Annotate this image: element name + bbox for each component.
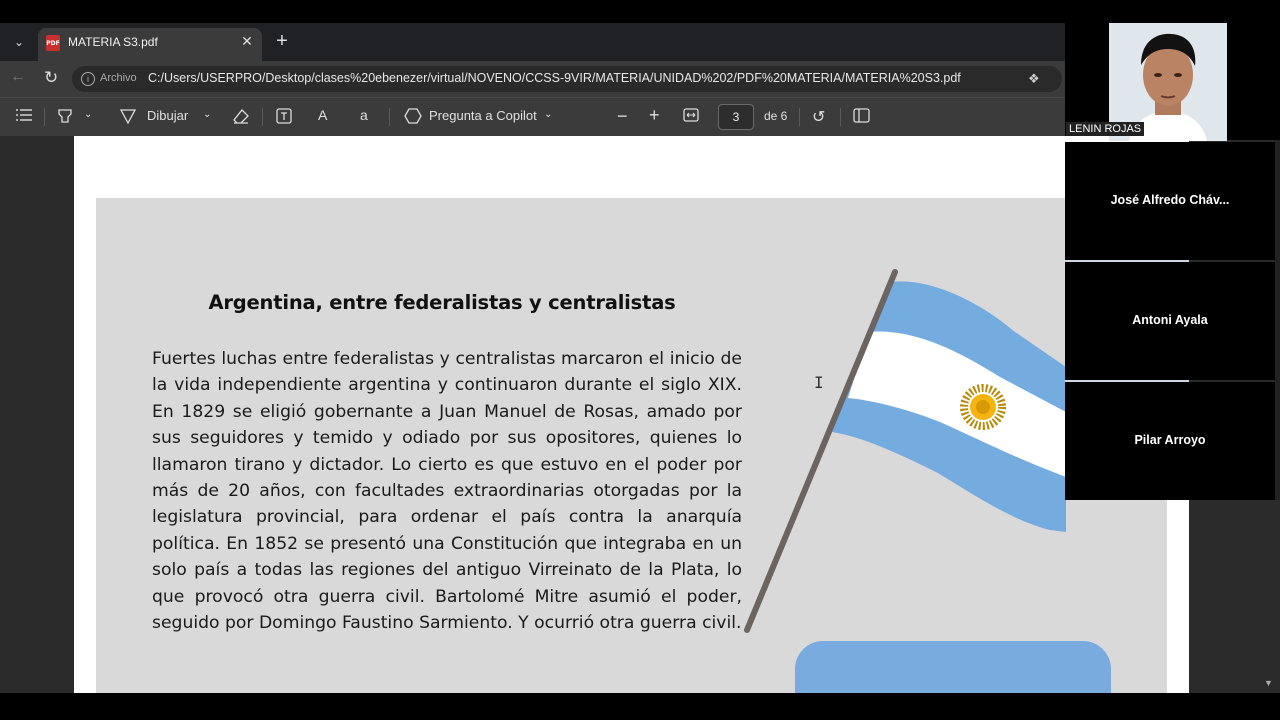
page-title: Argentina, entre federalistas y centrali… [208, 291, 676, 314]
scroll-down-icon[interactable]: ▼ [1264, 678, 1273, 688]
pdf-file-icon: PDF [46, 35, 60, 51]
page-body-text: Fuertes luchas entre federalistas y cent… [152, 349, 742, 634]
page-view-icon[interactable] [853, 108, 870, 123]
draw-button[interactable]: Dibujar [147, 108, 188, 123]
screen-top-bar [0, 0, 1280, 23]
tab-title: MATERIA S3.pdf [68, 35, 158, 49]
screen-bottom-bar [0, 693, 1280, 720]
read-aloud-icon[interactable]: A [318, 107, 327, 123]
toolbar-separator [262, 108, 263, 126]
reload-icon[interactable]: ↻ [44, 68, 58, 88]
decorative-blue-shape [795, 641, 1111, 701]
toolbar-separator [840, 108, 841, 126]
page-total-label: de 6 [764, 109, 788, 123]
back-icon[interactable]: ← [10, 68, 26, 86]
toolbar-separator [389, 108, 390, 126]
copilot-icon[interactable] [404, 108, 422, 124]
chevron-down-icon[interactable]: ⌄ [84, 109, 92, 120]
highlight-icon[interactable] [57, 108, 73, 124]
zoom-in-icon[interactable]: + [649, 105, 660, 126]
url-text[interactable]: C:/Users/USERPRO/Desktop/clases%20ebenez… [148, 71, 961, 85]
chevron-down-icon[interactable]: ⌄ [203, 109, 211, 120]
plus-icon[interactable]: + [272, 30, 292, 52]
eraser-icon[interactable] [233, 108, 249, 124]
meeting-panel-bg [1227, 23, 1280, 140]
url-scheme-label: Archivo [100, 72, 137, 84]
rotate-icon[interactable]: ↺ [812, 107, 825, 127]
contents-icon[interactable] [16, 108, 32, 122]
text-box-icon[interactable] [276, 108, 292, 124]
close-icon[interactable]: ✕ [238, 31, 256, 51]
flag-pole [744, 269, 898, 633]
participant-name: Antoni Ayala [1132, 313, 1208, 327]
argentina-flag-illustration [744, 269, 1066, 633]
translate-icon[interactable]: a [360, 107, 368, 123]
info-icon[interactable]: i [81, 72, 95, 86]
participant-name: José Alfredo Cháv... [1110, 193, 1230, 207]
toolbar-separator [799, 108, 800, 126]
fit-width-icon[interactable] [683, 108, 699, 122]
presenter-name: LENIN ROJAS [1066, 122, 1145, 136]
panel-edge [1275, 140, 1280, 500]
tab-list-icon[interactable]: ⌄ [8, 30, 30, 54]
zoom-out-icon[interactable]: − [617, 106, 628, 127]
participant-name: Pilar Arroyo [1134, 433, 1206, 447]
text-cursor-icon: I [814, 373, 824, 392]
draw-icon[interactable] [120, 108, 136, 124]
chevron-down-icon[interactable]: ⌄ [544, 109, 552, 120]
copilot-icon[interactable]: ❖ [1028, 71, 1040, 87]
toolbar-separator [44, 108, 45, 126]
page-number-input[interactable]: 3 [718, 104, 754, 130]
ask-copilot-button[interactable]: Pregunta a Copilot [429, 108, 537, 123]
